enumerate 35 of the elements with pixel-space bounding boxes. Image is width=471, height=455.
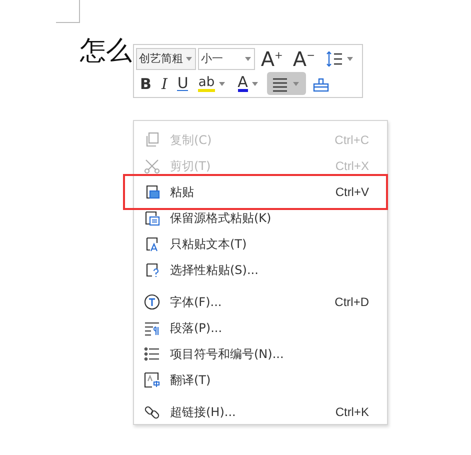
paste-icon <box>144 184 160 200</box>
menu-item[interactable]: 翻译(T) <box>134 367 387 393</box>
font-icon <box>144 294 160 310</box>
grow-font-button[interactable]: A$^{+}$ <box>256 47 287 70</box>
clipboard-list-icon <box>144 210 160 226</box>
link-icon <box>144 404 160 420</box>
bullet-list-icon <box>144 346 160 362</box>
caret-icon <box>186 56 192 60</box>
scissors-icon <box>144 158 160 174</box>
font-name-dropdown[interactable]: 创艺简粗 <box>136 48 196 70</box>
translate-icon <box>144 372 160 388</box>
line-spacing-icon <box>325 50 343 68</box>
menu-item[interactable]: 保留源格式粘贴(K) <box>134 205 387 231</box>
caret-icon <box>244 56 251 60</box>
paragraph-icon <box>144 320 160 336</box>
clipboard-question-icon <box>144 262 160 278</box>
menu-item[interactable]: 只粘贴文本(T) <box>134 231 387 257</box>
bold-button[interactable]: B <box>136 72 156 95</box>
italic-button[interactable]: I <box>157 72 172 95</box>
menu-item[interactable]: 字体(F)... Ctrl+D <box>134 289 387 315</box>
menu-item[interactable]: 段落(P)... <box>134 315 387 341</box>
highlight-button[interactable]: ab <box>194 72 232 95</box>
menu-item[interactable]: 超链接(H)... Ctrl+K <box>134 399 387 425</box>
font-color-button[interactable]: A <box>234 72 265 95</box>
page-corner-mark <box>56 0 80 23</box>
align-button[interactable] <box>266 72 306 95</box>
menu-item[interactable]: 项目符号和编号(N)... <box>134 341 387 367</box>
menu-item[interactable]: 选择性粘贴(S)... <box>134 257 387 283</box>
menu-item[interactable]: 粘贴 Ctrl+V <box>134 179 387 205</box>
shrink-font-button[interactable]: A$^{−}$ <box>288 47 319 70</box>
clipboard-letter-icon <box>144 236 160 252</box>
document-heading: 怎么 <box>80 36 132 66</box>
underline-button[interactable]: U <box>173 72 192 95</box>
font-size-dropdown[interactable]: 小一 <box>198 48 255 70</box>
copy-icon <box>144 132 160 148</box>
